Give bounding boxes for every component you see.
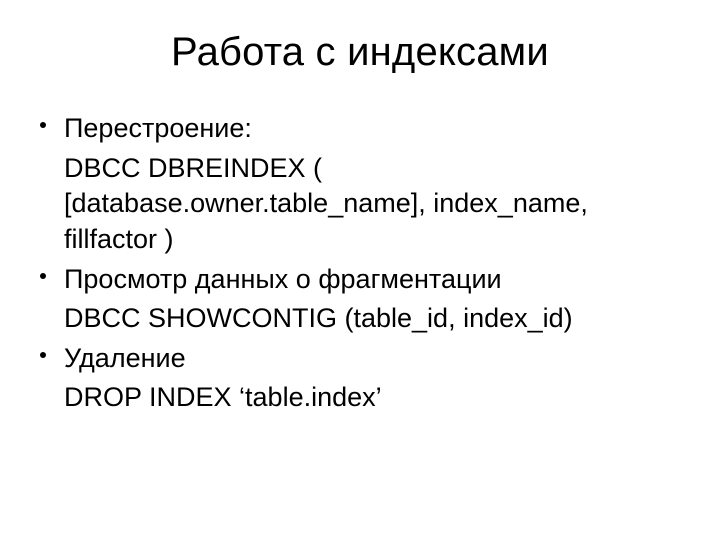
slide-body: Перестроение: DBCC DBREINDEX ( [database… [36,111,684,416]
code-line: DBCC DBREINDEX ( [database.owner.table_n… [36,151,684,258]
code-line: DROP INDEX ‘table.index’ [36,380,684,416]
code-text: DBCC DBREINDEX ( [database.owner.table_n… [64,151,684,258]
bullet-text: Перестроение: [64,111,684,147]
bullet-icon [36,262,64,298]
bullet-item: Просмотр данных о фрагментации [36,262,684,298]
indent [36,301,64,337]
bullet-item: Перестроение: [36,111,684,147]
bullet-icon [36,341,64,377]
bullet-text: Удаление [64,341,684,377]
code-line: DBCC SHOWCONTIG (table_id, index_id) [36,301,684,337]
bullet-text: Просмотр данных о фрагментации [64,262,684,298]
slide: Работа с индексами Перестроение: DBCC DB… [0,0,720,540]
code-text: DROP INDEX ‘table.index’ [64,380,684,416]
bullet-item: Удаление [36,341,684,377]
indent [36,151,64,258]
slide-title: Работа с индексами [36,30,684,75]
code-text: DBCC SHOWCONTIG (table_id, index_id) [64,301,684,337]
indent [36,380,64,416]
bullet-icon [36,111,64,147]
